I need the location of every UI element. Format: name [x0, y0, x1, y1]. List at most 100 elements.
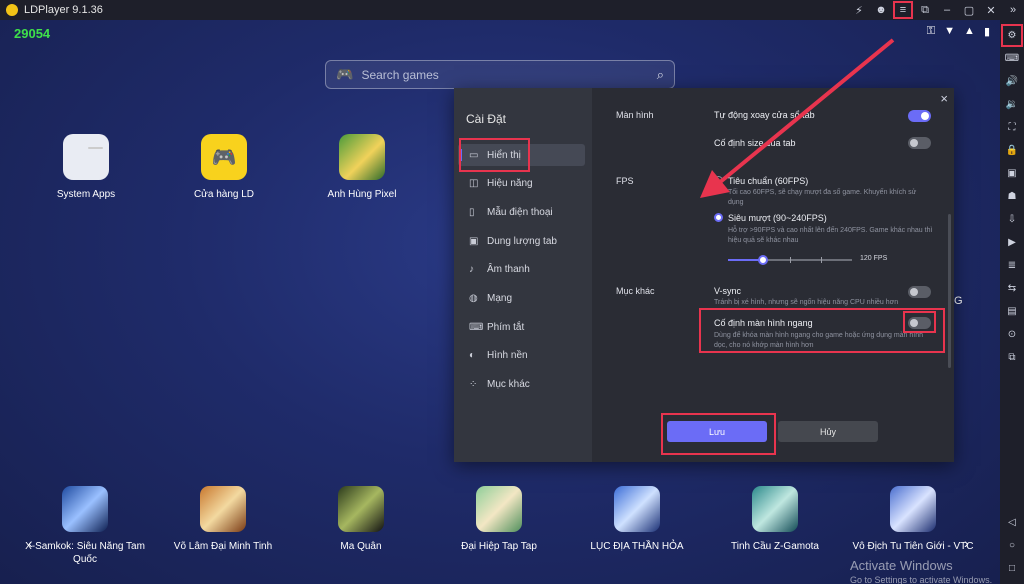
key-icon: ⚿: [926, 25, 936, 37]
maximize-button[interactable]: ▢: [958, 0, 980, 20]
fps-smooth-radio[interactable]: [714, 213, 723, 222]
vsync-label: V-sync: [714, 286, 742, 296]
menu-icon[interactable]: ≡: [892, 0, 914, 20]
storage-icon: ▣: [469, 235, 479, 247]
app-vo-lam[interactable]: Võ Lâm Đại Minh Tinh: [158, 486, 288, 553]
app-label: Anh Hùng Pixel: [327, 189, 397, 200]
fps-standard-radio[interactable]: [714, 176, 723, 185]
save-button[interactable]: Lưu: [667, 421, 767, 442]
fps-slider[interactable]: [728, 255, 852, 265]
vo-dich-icon: [890, 486, 936, 532]
nav-phone-model[interactable]: ▯ Mẫu điện thoại: [458, 201, 585, 223]
minimize-button[interactable]: –: [936, 0, 958, 20]
app-dai-hiep-tap-tap[interactable]: Đại Hiệp Tap Tap: [434, 486, 564, 553]
nav-display[interactable]: ▭ Hiển thị: [458, 144, 585, 166]
volume-up-icon[interactable]: 🔊: [1002, 71, 1022, 92]
recent-apps-icon[interactable]: □: [1009, 563, 1015, 574]
app-label: Tinh Cầu Z-Gamota: [731, 541, 819, 552]
settings-title: Cài Đặt: [466, 112, 507, 126]
screenshot-icon[interactable]: ▣: [1002, 163, 1022, 184]
search-bar[interactable]: 🎮 ⌕: [325, 60, 675, 89]
settings-gear-icon[interactable]: ⚙: [1001, 24, 1023, 47]
nav-label: Mẫu điện thoại: [487, 206, 553, 218]
nav-tab-storage[interactable]: ▣ Dung lượng tab: [458, 230, 585, 252]
luc-dia-icon: [614, 486, 660, 532]
app-vo-dich-tu-tien[interactable]: Vô Địch Tu Tiên Giới - VTC: [848, 486, 978, 553]
fixed-size-toggle[interactable]: [908, 137, 931, 149]
close-icon[interactable]: ×: [940, 91, 948, 106]
right-toolbar: ⚙ ⌨ 🔊 🔉 ⛶ 🔒 ▣ ☗ ⇩ ▶ ≣ ⇆ ▤ ⊙ ⧉ ◁ ○ □: [1000, 20, 1024, 584]
sync-icon[interactable]: ⇆: [1002, 278, 1022, 299]
screen-section-label: Màn hình: [616, 110, 654, 120]
fps-section-label: FPS: [616, 176, 634, 186]
fps-slider-value: 120 FPS: [860, 255, 888, 262]
search-icon[interactable]: ⌕: [657, 67, 664, 83]
app-luc-dia-than-hoa[interactable]: LỤC ĐỊA THẦN HỎA: [572, 486, 702, 553]
lock-icon[interactable]: 🔒: [1002, 140, 1022, 161]
volume-down-icon[interactable]: 🔉: [1002, 94, 1022, 115]
back-icon[interactable]: ◁: [1008, 517, 1016, 528]
search-input[interactable]: [361, 67, 657, 82]
wifi-icon: ▼: [944, 25, 956, 37]
app-x-samkok[interactable]: X-Samkok: Siêu Năng Tam Quốc: [20, 486, 150, 566]
multi-instance-icon[interactable]: ⧉: [1002, 347, 1022, 368]
status-icons: ⚿ ▼ ▲ ▮: [927, 25, 990, 38]
partial-app-label: G: [954, 295, 963, 307]
macro-icon[interactable]: ≣: [1002, 255, 1022, 276]
app-label: Ma Quân: [340, 541, 382, 552]
app-label: System Apps: [56, 189, 116, 200]
nav-label: Phím tắt: [487, 321, 525, 333]
nav-shortcuts[interactable]: ⌨ Phím tắt: [458, 316, 585, 338]
robot-icon[interactable]: ☗: [1002, 186, 1022, 207]
app-label: X-Samkok: Siêu Năng Tam Quốc: [25, 541, 145, 565]
settings-dialog: Cài Đặt ▭ Hiển thị ◫ Hiệu năng ▯ Mẫu điệ…: [454, 88, 954, 462]
nav-label: Hiệu năng: [487, 177, 533, 189]
watermark-line-2: Go to Settings to activate Windows.: [850, 575, 993, 584]
app-tinh-cau-z[interactable]: Tinh Cầu Z-Gamota: [710, 486, 840, 553]
keyboard-icon[interactable]: ⌨: [1002, 48, 1022, 69]
close-button[interactable]: ✕: [980, 0, 1002, 20]
nav-sound[interactable]: ♪ Âm thanh: [458, 258, 585, 280]
app-system-apps[interactable]: System Apps: [31, 134, 141, 201]
nav-performance[interactable]: ◫ Hiệu năng: [458, 172, 585, 194]
auto-rotate-label: Tự động xoay cửa sổ tab: [714, 110, 815, 120]
vsync-desc: Tránh bị xé hình, nhưng sẽ ngốn hiệu năn…: [714, 299, 899, 306]
vsync-toggle[interactable]: [908, 286, 931, 298]
nav-other[interactable]: ⁘ Mục khác: [458, 373, 585, 395]
apk-install-icon[interactable]: ⇩: [1002, 209, 1022, 230]
account-icon[interactable]: ☻: [870, 0, 892, 20]
anh-hung-pixel-icon: [339, 134, 385, 180]
restore-layout-icon[interactable]: ⧉: [914, 0, 936, 20]
ldplayer-logo-icon: [6, 4, 18, 16]
performance-nav-icon: ◫: [469, 177, 479, 189]
signal-icon: ▲: [964, 25, 975, 37]
record-video-icon[interactable]: ▶: [1002, 232, 1022, 253]
collapse-sidebar-icon[interactable]: »: [1002, 0, 1024, 20]
fixed-size-label: Cố định size của tab: [714, 138, 796, 148]
nav-network[interactable]: ◍ Mạng: [458, 287, 585, 309]
performance-icon[interactable]: ⚡: [848, 0, 870, 20]
grid-icon: ⁘: [469, 378, 478, 390]
cancel-button[interactable]: Hủy: [778, 421, 878, 442]
fullscreen-icon[interactable]: ⛶: [1002, 117, 1022, 138]
nav-label: Dung lượng tab: [487, 235, 557, 247]
auto-rotate-toggle[interactable]: [908, 110, 931, 122]
home-icon[interactable]: ○: [1009, 540, 1015, 551]
app-label: Cửa hàng LD: [193, 189, 255, 200]
app-ld-store[interactable]: 🎮 Cửa hàng LD: [169, 134, 279, 201]
nav-wallpaper[interactable]: ◐ Hình nền: [458, 344, 585, 366]
fps-slider-knob[interactable]: [757, 255, 768, 265]
app-anh-hung-pixel[interactable]: Anh Hùng Pixel: [307, 134, 417, 201]
folder-icon[interactable]: ▤: [1002, 301, 1022, 322]
x-samkok-icon: [62, 486, 108, 532]
app-label: LỤC ĐỊA THẦN HỎA: [590, 541, 684, 552]
nav-label: Mạng: [487, 292, 513, 304]
app-ma-quan[interactable]: Ma Quân: [296, 486, 426, 553]
fixed-landscape-toggle[interactable]: [908, 317, 931, 329]
slider-tick: [821, 257, 822, 263]
settings-scrollbar[interactable]: [948, 214, 951, 368]
other-section-label: Mục khác: [616, 286, 655, 296]
fixed-landscape-desc: Dùng để khóa màn hình ngang cho game hoặ…: [714, 332, 924, 349]
location-icon[interactable]: ⊙: [1002, 324, 1022, 345]
watermark-line-1: Activate Windows: [850, 558, 953, 573]
